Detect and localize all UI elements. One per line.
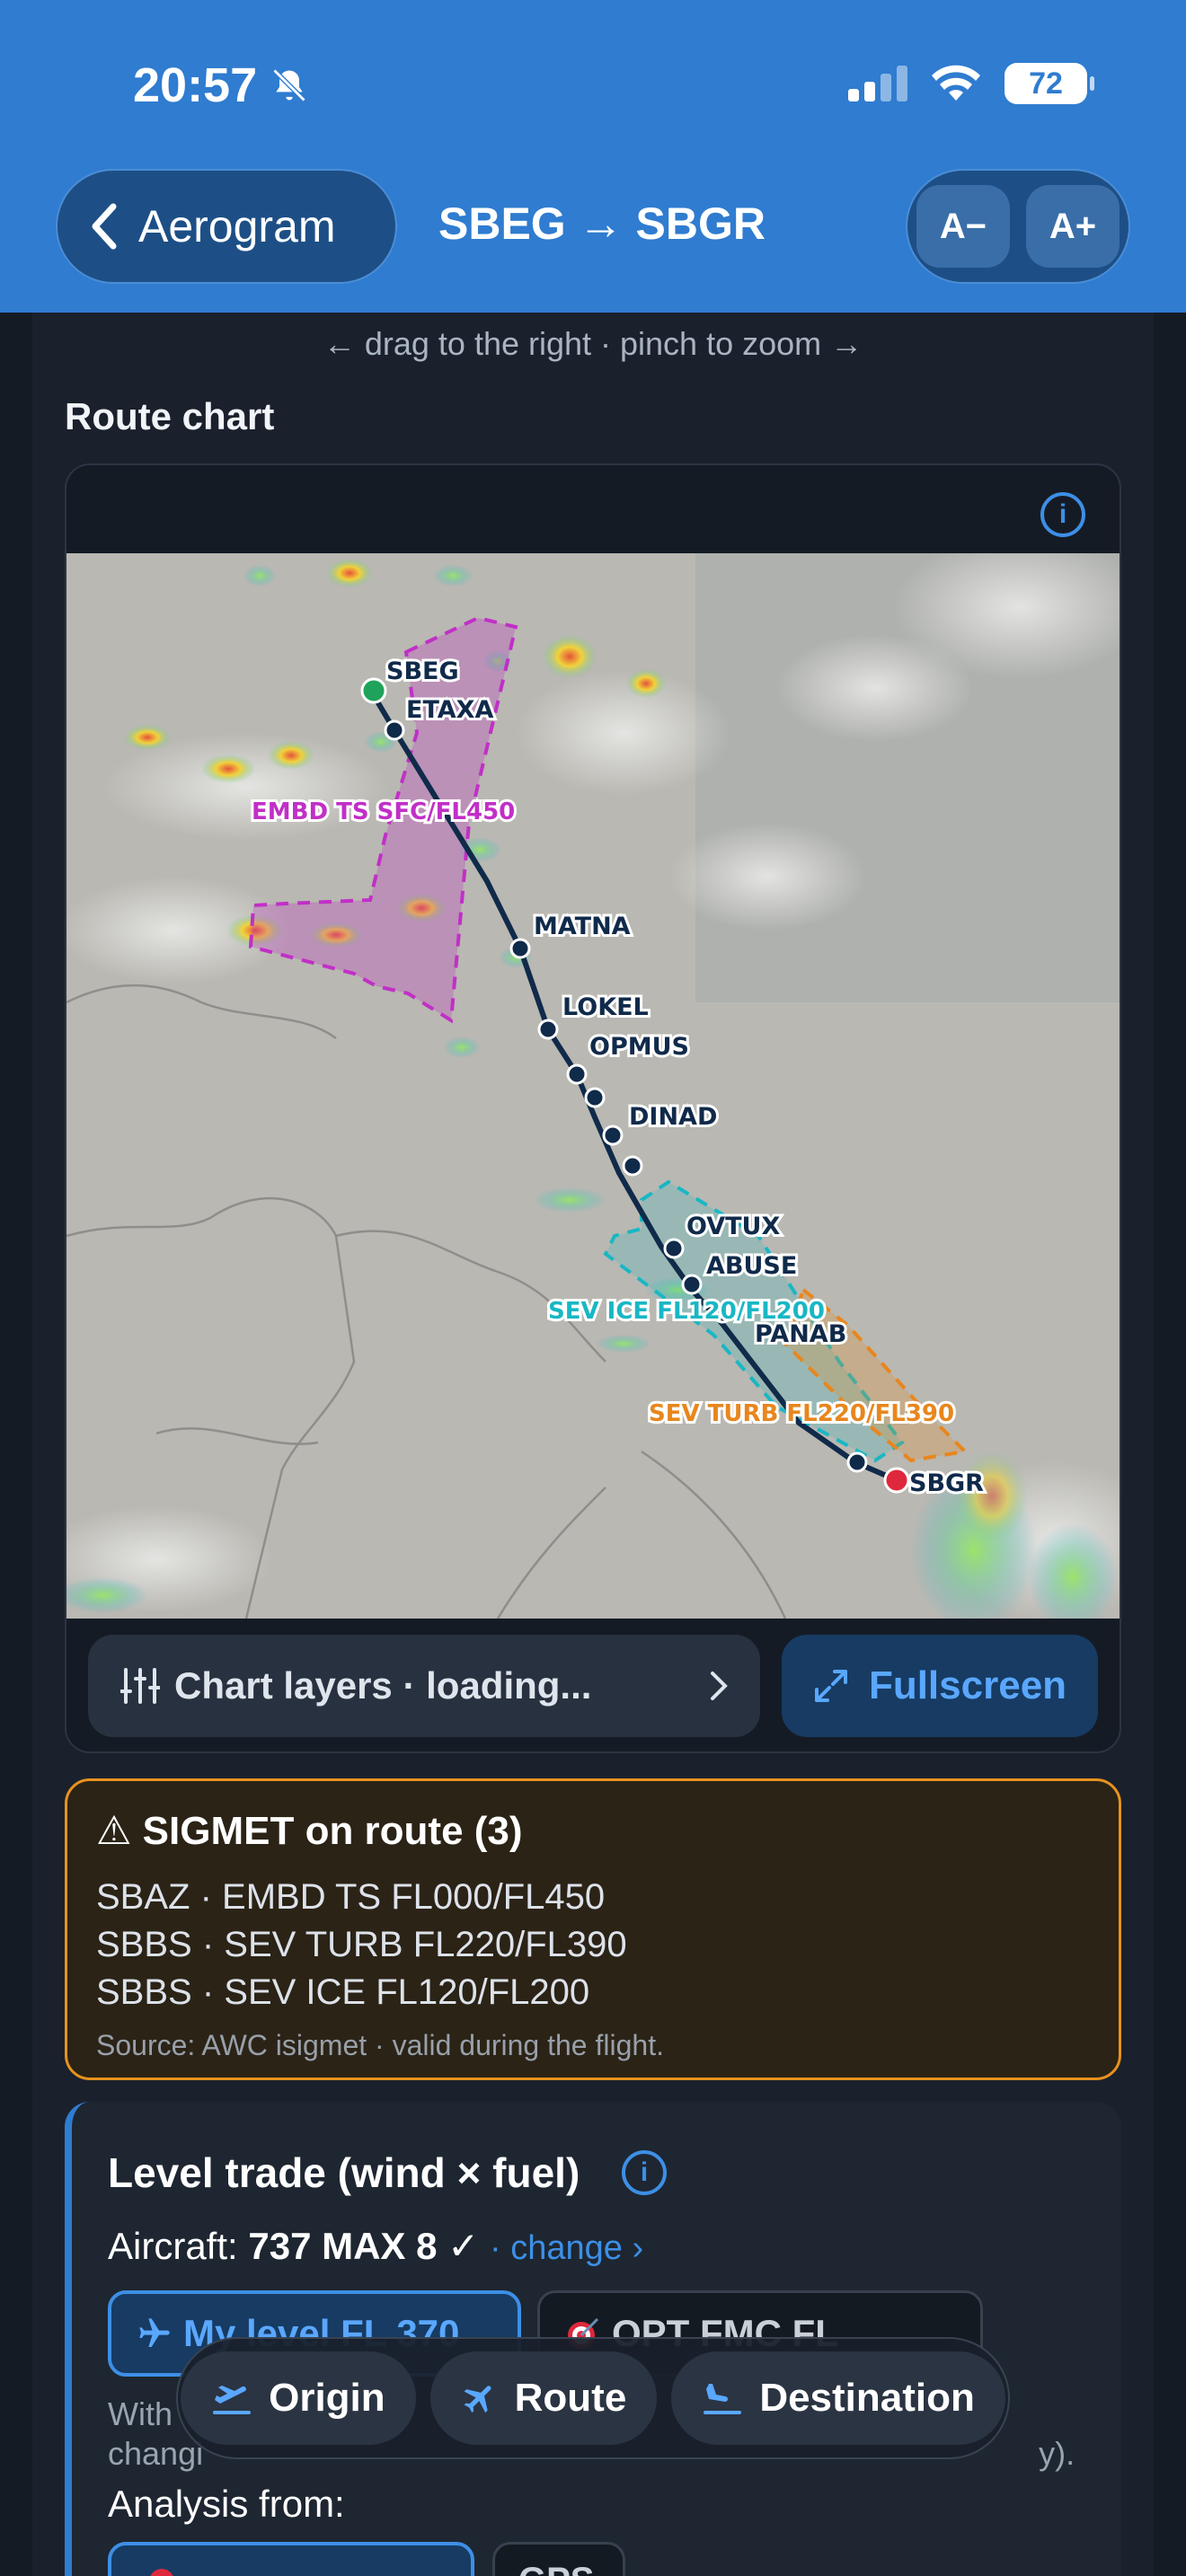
drag-hint: ← drag to the right · pinch to zoom → (323, 325, 863, 362)
signal-icon (848, 66, 907, 101)
waypoint-label-matna: MATNA (534, 913, 631, 940)
nav-destination-button[interactable]: Destination (671, 2351, 1005, 2445)
waypoint-label-lokel: LOKEL (562, 993, 649, 1021)
chart-layers-button[interactable]: Chart layers · loading... (88, 1635, 760, 1737)
waypoint-dot (384, 719, 405, 741)
aircraft-label: Aircraft: (108, 2225, 249, 2267)
landing-icon (704, 2384, 742, 2414)
aircraft-line: Aircraft: 737 MAX 8 ✓ · change › (108, 2224, 643, 2268)
status-time: 20:57 (133, 57, 309, 113)
fullscreen-label: Fullscreen (868, 1663, 1067, 1707)
sigmet-line: SBAZ · EMBD TS FL000/FL450 (96, 1877, 606, 1917)
expand-icon (814, 1670, 847, 1702)
app-header: 20:57 72 Aerogram SBEG → SBGR A− A+ (0, 0, 1186, 313)
nav-route-label: Route (514, 2376, 627, 2420)
sigmet-line: SBBS · SEV ICE FL120/FL200 (96, 1972, 590, 2012)
wifi-icon (932, 65, 980, 101)
change-aircraft-link[interactable]: · change › (490, 2229, 643, 2267)
back-button-label: Aerogram (138, 201, 336, 251)
waypoint-label-etaxa: ETAXA (406, 696, 493, 724)
status-indicators: 72 (848, 63, 1094, 104)
status-clock: 20:57 (133, 58, 258, 112)
chart-layers-label: Chart layers · loading... (174, 1664, 592, 1707)
waypoint-label-dinad: DINAD (629, 1103, 717, 1131)
waypoint-label-opmus: OPMUS (589, 1033, 689, 1061)
waypoint-dot (846, 1451, 868, 1473)
page-title: SBEG → SBGR (438, 198, 766, 249)
takeoff-icon (213, 2386, 252, 2414)
sigmet-ts-label: EMBD TS SFC/FL450 (252, 798, 515, 825)
level-trade-info-icon[interactable]: i (622, 2150, 667, 2195)
chevron-right-icon (711, 1672, 728, 1700)
font-decrease-button[interactable]: A− (916, 185, 1010, 268)
waypoint-dot (537, 1019, 559, 1040)
chevron-left-icon (92, 203, 117, 250)
waypoint-label-abuse: ABUSE (706, 1252, 797, 1280)
waypoint-dot (602, 1125, 624, 1146)
font-size-controls: A− A+ (906, 169, 1130, 284)
nav-origin-button[interactable]: Origin (181, 2351, 416, 2445)
waypoint-dot (509, 938, 531, 959)
airplane-icon (464, 2386, 491, 2413)
waypoint-label-sbgr: SBGR (909, 1469, 984, 1497)
waypoint-dot (584, 1087, 606, 1108)
waypoint-dot (566, 1063, 588, 1085)
waypoint-label-ovtux: OVTUX (686, 1213, 780, 1240)
pin-icon (150, 2569, 173, 2576)
analysis-from-label: Analysis from: (108, 2483, 345, 2525)
bell-muted-icon (272, 68, 306, 102)
analysis-gps-option[interactable]: GPS (492, 2542, 625, 2576)
analysis-origin-option[interactable] (108, 2542, 474, 2576)
battery-indicator: 72 (1005, 63, 1094, 104)
destination-marker[interactable] (883, 1467, 910, 1494)
level-trade-title: Level trade (wind × fuel) (108, 2149, 580, 2196)
sigmet-source: Source: AWC isigmet · valid during the f… (96, 2029, 664, 2061)
sigmet-turb-label: SEV TURB FL220/FL390 (649, 1400, 954, 1427)
chart-info-icon[interactable]: i (1040, 492, 1085, 537)
origin-marker[interactable] (360, 677, 387, 704)
nav-origin-label: Origin (269, 2376, 385, 2420)
back-button[interactable]: Aerogram (56, 169, 397, 284)
sliders-icon (120, 1668, 160, 1704)
airplane-icon (139, 2318, 170, 2347)
font-increase-button[interactable]: A+ (1026, 185, 1120, 268)
bottom-nav: Origin Route Destination (176, 2337, 1010, 2459)
route-chart-title: Route chart (65, 395, 275, 437)
sigmet-line: SBBS · SEV TURB FL220/FL390 (96, 1925, 627, 1964)
fullscreen-button[interactable]: Fullscreen (782, 1635, 1098, 1737)
nav-destination-label: Destination (759, 2376, 975, 2420)
route-map[interactable]: SBEG ETAXA MATNA LOKEL OPMUS DINAD OVTUX… (66, 553, 1120, 1619)
route-map-svg[interactable]: SBEG ETAXA MATNA LOKEL OPMUS DINAD OVTUX… (66, 553, 1120, 1619)
aircraft-value: 737 MAX 8 ✓ (248, 2225, 480, 2267)
waypoint-dot (663, 1238, 685, 1259)
sigmet-title: ⚠ SIGMET on route (3) (96, 1809, 523, 1853)
sigmet-card: ⚠ SIGMET on route (3) SBAZ · EMBD TS FL0… (65, 1778, 1121, 2080)
sigmet-ice-label: SEV ICE FL120/FL200 (548, 1298, 825, 1325)
nav-route-button[interactable]: Route (429, 2351, 658, 2445)
waypoint-dot (622, 1155, 643, 1177)
waypoint-label-sbeg: SBEG (386, 657, 459, 685)
battery-level: 72 (1029, 66, 1063, 101)
waypoint-dot (681, 1274, 703, 1295)
